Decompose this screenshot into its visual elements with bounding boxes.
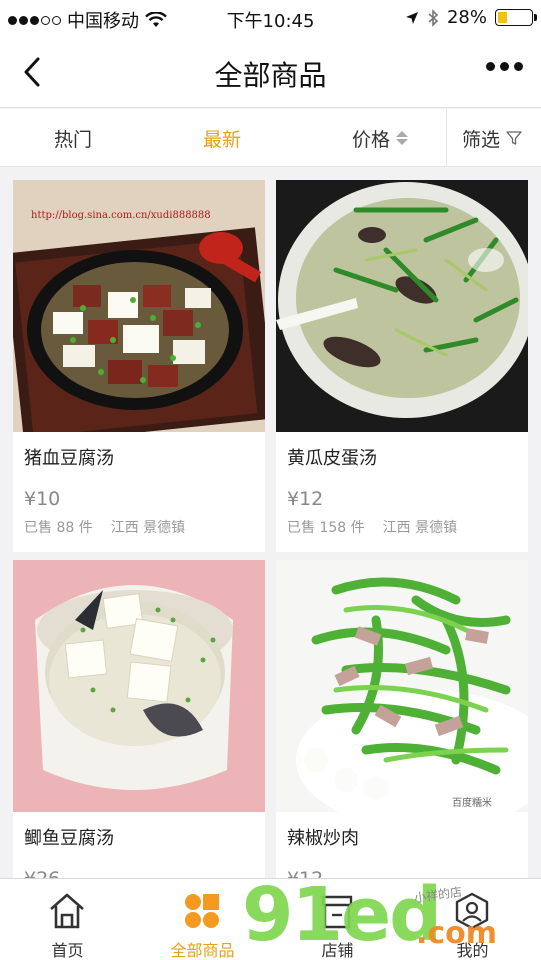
tab-home-label: 首页 (51, 941, 84, 960)
store-icon (315, 889, 359, 933)
tab-hot-label: 热门 (54, 128, 93, 151)
more-options-button[interactable] (486, 62, 523, 71)
filter-bar: 热门 最新 价格 筛选 (0, 109, 541, 167)
more-dot-icon (500, 62, 509, 71)
bluetooth-icon (428, 8, 439, 27)
product-meta: 已售 158 件 江西 景德镇 (287, 517, 457, 537)
location-arrow-icon (405, 11, 418, 24)
product-image[interactable] (276, 180, 528, 432)
more-dot-icon (514, 62, 523, 71)
sort-arrows-icon (396, 131, 409, 145)
status-bar: 中国移动 下午10:45 28% (0, 0, 541, 36)
product-sold-count: 已售 158 件 (287, 520, 365, 536)
product-card[interactable]: 百度糯米 辣椒炒肉 ¥12 (276, 560, 528, 932)
page-title: 全部商品 (214, 59, 327, 92)
product-card[interactable]: 黄瓜皮蛋汤 ¥12 已售 158 件 江西 景德镇 (276, 180, 528, 552)
product-name: 黄瓜皮蛋汤 (287, 448, 377, 469)
product-meta: 已售 88 件 江西 景德镇 (24, 517, 185, 537)
product-image[interactable] (13, 560, 265, 812)
tab-price[interactable]: 价格 (352, 109, 409, 167)
more-dot-icon (486, 62, 495, 71)
tab-profile[interactable]: 我的 (405, 879, 540, 960)
image-watermark-text: 百度糯米 (452, 796, 492, 809)
status-right: 28% (405, 7, 537, 28)
product-card[interactable]: 鲫鱼豆腐汤 ¥26 (13, 560, 265, 932)
tab-price-label: 价格 (352, 128, 391, 151)
tab-home[interactable]: 首页 (0, 879, 135, 960)
product-image[interactable]: 百度糯米 (276, 560, 528, 812)
bottom-tab-bar: 首页 全部商品 店铺 我的 (0, 878, 541, 960)
battery-icon (495, 9, 537, 26)
product-location: 江西 景德镇 (382, 520, 458, 536)
profile-icon (450, 889, 494, 933)
home-icon (45, 889, 89, 933)
filter-button[interactable]: 筛选 (462, 109, 522, 167)
tab-all-products-label: 全部商品 (170, 941, 235, 960)
product-name: 辣椒炒肉 (287, 828, 359, 849)
navigation-bar: 全部商品 (0, 36, 541, 108)
product-name: 鲫鱼豆腐汤 (24, 828, 114, 849)
product-name: 猪血豆腐汤 (24, 448, 114, 469)
filter-divider (446, 109, 447, 167)
battery-fill (498, 12, 507, 23)
product-image[interactable]: http://blog.sina.com.cn/xudi888888 (13, 180, 265, 432)
tab-all-products[interactable]: 全部商品 (135, 879, 270, 960)
filter-button-label: 筛选 (462, 128, 501, 151)
product-card[interactable]: http://blog.sina.com.cn/xudi888888 猪血豆腐汤… (13, 180, 265, 552)
battery-percent: 28% (446, 7, 487, 28)
funnel-icon (506, 131, 522, 145)
tab-hot[interactable]: 热门 (54, 109, 92, 167)
image-url-text: http://blog.sina.com.cn/xudi888888 (31, 210, 211, 221)
tab-newest[interactable]: 最新 (203, 109, 241, 167)
tab-newest-label: 最新 (203, 128, 242, 151)
product-sold-count: 已售 88 件 (24, 520, 93, 536)
product-price: ¥10 (24, 488, 61, 510)
all-products-icon (180, 889, 224, 933)
product-location: 江西 景德镇 (110, 520, 186, 536)
tab-store[interactable]: 店铺 (270, 879, 405, 960)
product-price: ¥12 (287, 488, 324, 510)
tab-store-label: 店铺 (321, 941, 354, 960)
tab-profile-label: 我的 (456, 941, 489, 960)
